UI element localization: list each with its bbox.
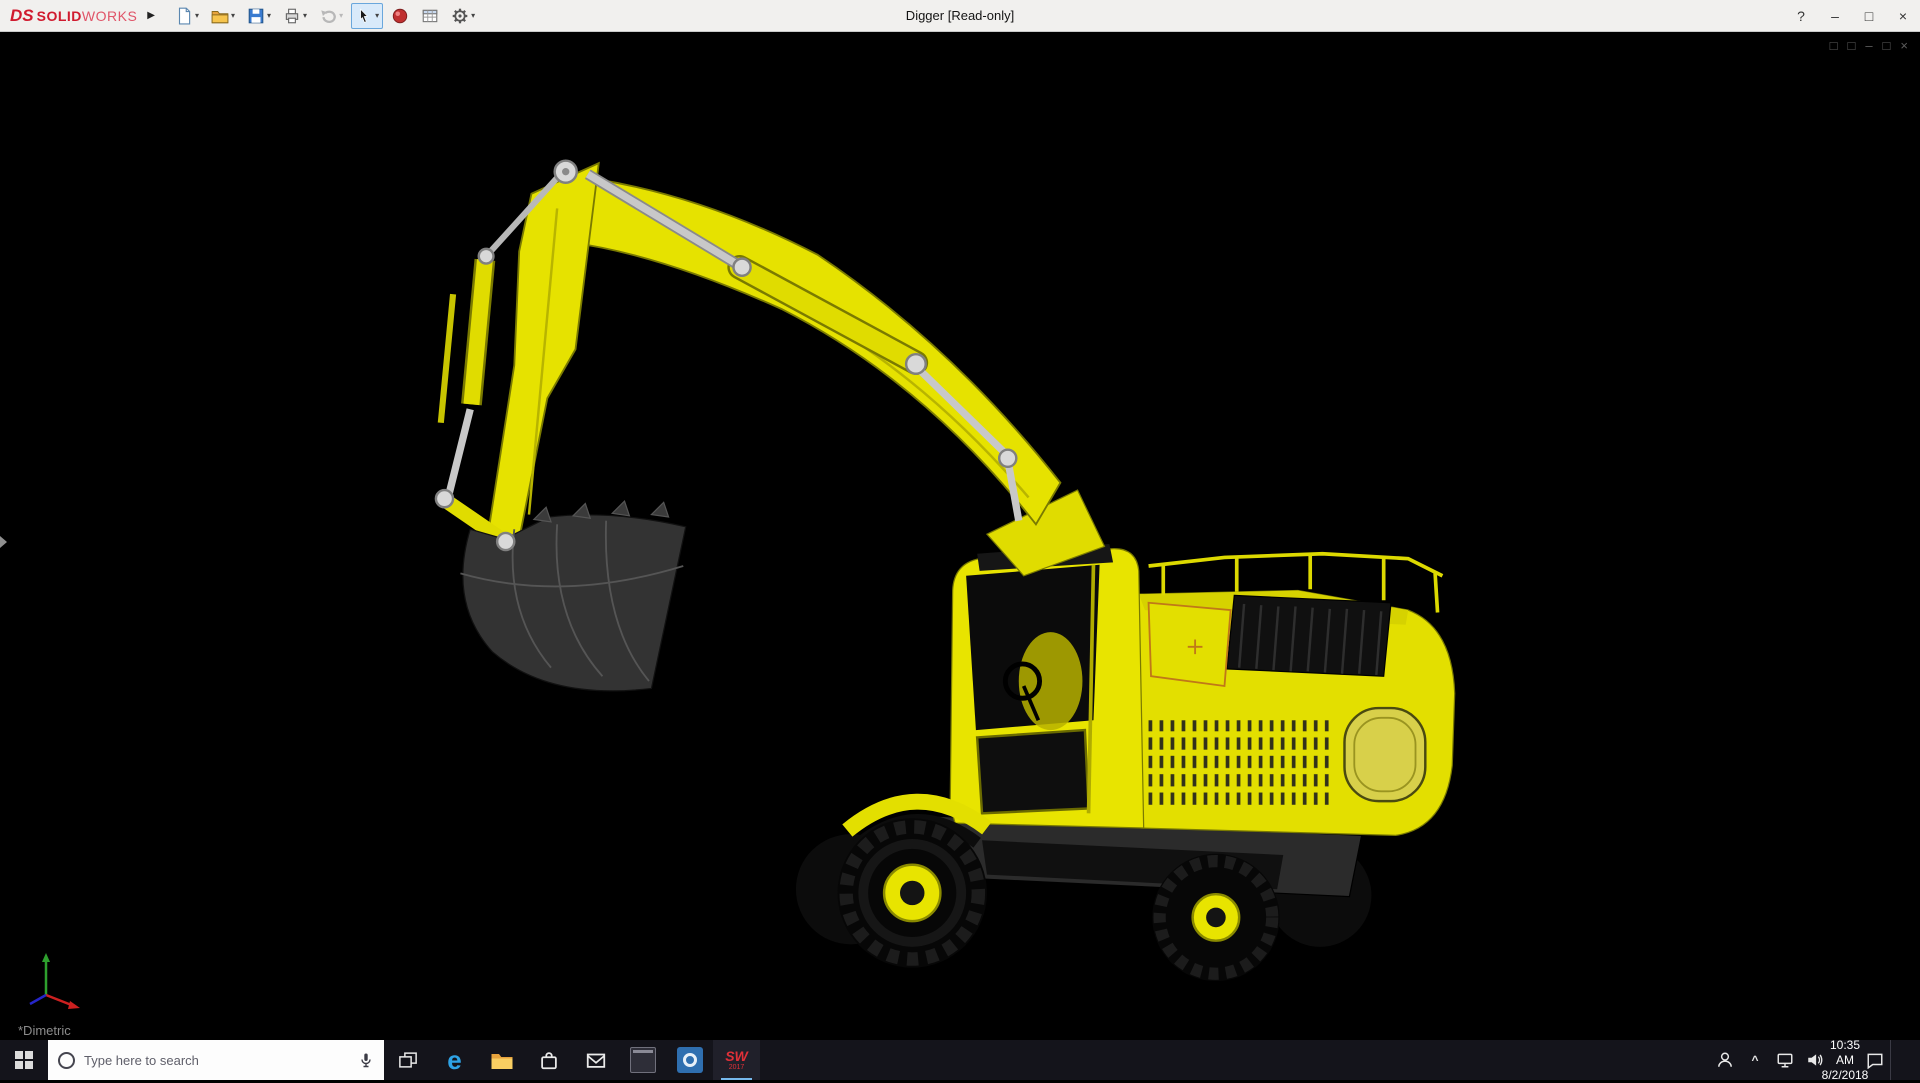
file-explorer-icon (490, 1048, 514, 1072)
show-desktop-button[interactable] (1890, 1040, 1920, 1080)
people-button[interactable] (1710, 1040, 1740, 1080)
viewport-canvas[interactable]: □ □ – □ × (0, 32, 1920, 1040)
taskbar-app-edrawings[interactable] (666, 1040, 713, 1080)
task-view-icon (398, 1050, 418, 1070)
chevron-up-icon: ^ (1751, 1053, 1758, 1067)
people-icon (1716, 1051, 1734, 1069)
taskbar: e SW 2017 (0, 1040, 1920, 1080)
windows-logo-icon (15, 1051, 33, 1069)
caret-icon[interactable]: ▾ (195, 11, 199, 20)
stick-arm[interactable] (489, 163, 599, 539)
printer-icon (283, 7, 301, 25)
search-input[interactable] (84, 1053, 349, 1068)
deck-panel (1149, 603, 1231, 686)
doc-minimize-button[interactable]: – (1865, 38, 1872, 54)
solidworks-2017-icon: SW 2017 (725, 1049, 748, 1071)
menu-bar: DS SOLID WORKS ▶ ▾ ▾ ▾ (0, 0, 1920, 32)
network-icon (1776, 1051, 1794, 1069)
network-button[interactable] (1770, 1040, 1800, 1080)
save-button[interactable]: ▾ (243, 3, 275, 29)
caret-icon[interactable]: ▾ (375, 11, 379, 20)
gear-icon (451, 7, 469, 25)
cortana-icon (58, 1052, 75, 1069)
taskbar-app-screenshot[interactable] (619, 1040, 666, 1080)
store-icon (538, 1049, 560, 1071)
select-button[interactable]: ▾ (351, 3, 383, 29)
open-folder-icon (211, 7, 229, 25)
help-button[interactable]: ? (1784, 0, 1818, 32)
action-center-icon (1866, 1051, 1884, 1069)
caret-icon[interactable]: ▾ (267, 11, 271, 20)
orientation-triad[interactable] (16, 940, 106, 1012)
task-view-button[interactable] (384, 1040, 431, 1080)
doc-close-button[interactable]: × (1900, 38, 1908, 54)
design-table-button[interactable] (417, 3, 443, 29)
taskbar-app-edge[interactable]: e (431, 1040, 478, 1080)
edrawings-icon (677, 1047, 703, 1073)
options-button[interactable]: ▾ (447, 3, 479, 29)
solidworks-logo: DS SOLID WORKS (0, 6, 143, 26)
pane-icon[interactable]: □ (1830, 38, 1838, 54)
close-button[interactable]: × (1886, 0, 1920, 32)
spreadsheet-icon (421, 7, 439, 25)
undo-button[interactable]: ▾ (315, 3, 347, 29)
cursor-icon (355, 7, 373, 25)
appearance-button[interactable] (387, 3, 413, 29)
taskbar-app-mail[interactable] (572, 1040, 619, 1080)
rear-window (1344, 708, 1425, 801)
mail-icon (585, 1049, 607, 1071)
system-tray: ^ 10:35 AM 8/2/2018 (1710, 1040, 1920, 1080)
maximize-button[interactable]: □ (1852, 0, 1886, 32)
view-orientation-label: *Dimetric (18, 1023, 71, 1038)
speaker-icon (1806, 1051, 1824, 1069)
microphone-icon[interactable] (358, 1052, 374, 1068)
undo-icon (319, 7, 337, 25)
window-controls: ? – □ × (1784, 0, 1920, 31)
hidden-icons-button[interactable]: ^ (1740, 1040, 1770, 1080)
new-button[interactable]: ▾ (171, 3, 203, 29)
wheel-rear[interactable] (1152, 854, 1279, 981)
taskbar-app-file-explorer[interactable] (478, 1040, 525, 1080)
engine-housing[interactable] (1100, 554, 1455, 836)
standard-toolbar: ▾ ▾ ▾ ▾ (171, 3, 479, 29)
doc-restore-button[interactable]: □ (1883, 38, 1891, 54)
edge-icon: e (447, 1047, 461, 1073)
cab[interactable] (950, 490, 1143, 828)
new-document-icon (175, 7, 193, 25)
caret-icon[interactable]: ▾ (231, 11, 235, 20)
action-center-button[interactable] (1860, 1040, 1890, 1080)
red-sphere-icon (391, 7, 409, 25)
open-button[interactable]: ▾ (207, 3, 239, 29)
caret-icon[interactable]: ▾ (471, 11, 475, 20)
minimize-button[interactable]: – (1818, 0, 1852, 32)
caret-icon[interactable]: ▾ (339, 11, 343, 20)
document-title: Digger [Read-only] (906, 0, 1014, 32)
door-window (977, 730, 1088, 813)
print-button[interactable]: ▾ (279, 3, 311, 29)
caret-icon[interactable]: ▾ (303, 11, 307, 20)
taskbar-clock[interactable]: 10:35 AM 8/2/2018 (1830, 1040, 1860, 1080)
screenshot-tool-icon (630, 1047, 656, 1073)
taskbar-app-store[interactable] (525, 1040, 572, 1080)
wheel-front[interactable] (838, 818, 987, 967)
save-floppy-icon (247, 7, 265, 25)
start-button[interactable] (0, 1040, 48, 1080)
menu-flyout-icon[interactable]: ▶ (143, 10, 165, 21)
boom[interactable] (557, 174, 1060, 524)
pane-icon[interactable]: □ (1847, 38, 1855, 54)
document-window-controls: □ □ – □ × (1830, 38, 1908, 54)
taskbar-app-solidworks[interactable]: SW 2017 (713, 1040, 760, 1080)
clock-time: 10:35 AM (1830, 1038, 1860, 1068)
search-box[interactable] (48, 1040, 384, 1080)
excavator-model[interactable] (0, 32, 1920, 1040)
ds-logo-icon: DS (10, 6, 34, 26)
